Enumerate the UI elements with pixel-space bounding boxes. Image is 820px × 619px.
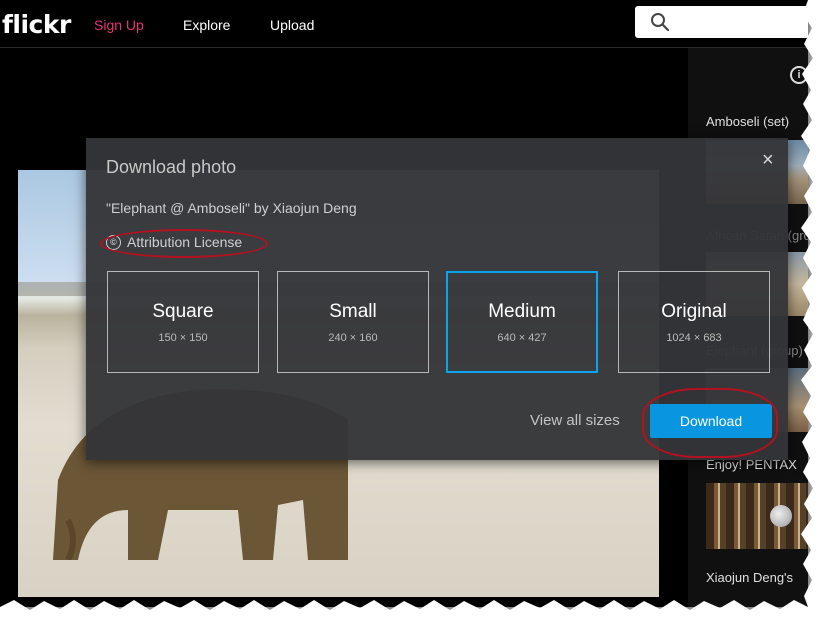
browser-page: flickr Sign Up Explore Upload i Amboseli… xyxy=(0,0,808,607)
size-name: Square xyxy=(152,301,214,322)
nav-sign-up[interactable]: Sign Up xyxy=(94,17,144,33)
top-nav: flickr Sign Up Explore Upload xyxy=(0,0,808,48)
sidebar-item-xiaojun[interactable]: Xiaojun Deng's xyxy=(706,570,808,585)
search-icon xyxy=(651,13,670,32)
size-name: Original xyxy=(661,301,727,322)
size-option-original[interactable]: Original 1024 × 683 xyxy=(618,271,770,373)
size-name: Small xyxy=(329,301,377,322)
size-dimensions: 640 × 427 xyxy=(497,332,547,344)
moon-thumbnail xyxy=(770,505,792,527)
nav-explore[interactable]: Explore xyxy=(183,17,230,33)
view-all-sizes-link[interactable]: View all sizes xyxy=(530,412,620,429)
close-icon[interactable]: × xyxy=(762,150,774,170)
flickr-logo[interactable]: flickr xyxy=(2,10,71,39)
sidebar-thumb-pentax[interactable] xyxy=(706,483,808,549)
download-photo-dialog: Download photo × "Elephant @ Amboseli" b… xyxy=(86,138,788,460)
size-dimensions: 240 × 160 xyxy=(328,332,378,344)
photo-attribution: "Elephant @ Amboseli" by Xiaojun Deng xyxy=(106,200,357,216)
size-option-small[interactable]: Small 240 × 160 xyxy=(277,271,429,373)
size-option-square[interactable]: Square 150 × 150 xyxy=(107,271,259,373)
info-icon[interactable]: i xyxy=(790,66,808,84)
size-dimensions: 1024 × 683 xyxy=(666,332,722,344)
license-annotation-oval xyxy=(100,229,268,258)
download-annotation-oval xyxy=(642,388,778,458)
sidebar-item-amboseli[interactable]: Amboseli (set) xyxy=(706,114,808,129)
search-input[interactable] xyxy=(635,6,808,38)
nav-upload[interactable]: Upload xyxy=(270,17,314,33)
dialog-title: Download photo xyxy=(106,157,237,177)
size-option-medium[interactable]: Medium 640 × 427 xyxy=(446,271,598,373)
size-name: Medium xyxy=(488,301,556,322)
size-dimensions: 150 × 150 xyxy=(158,332,208,344)
